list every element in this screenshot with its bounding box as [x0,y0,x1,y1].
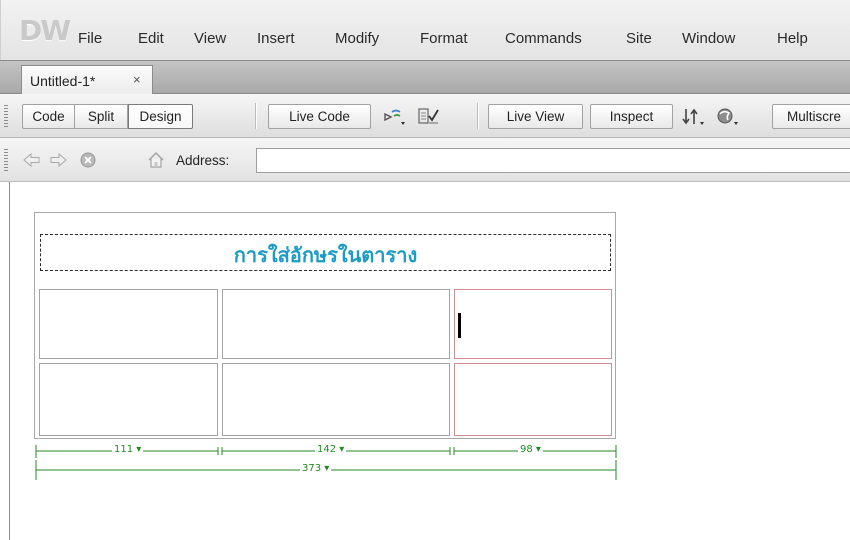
column-2-width: 142 [317,444,337,455]
table-cell-r2-c3[interactable] [454,363,612,436]
forward-arrow-icon[interactable] [48,150,68,170]
table-total-width: 373 [302,463,322,474]
live-view-button[interactable]: Live View [488,104,583,129]
table-cell-r1-c1[interactable] [39,289,218,359]
multiscreen-button[interactable]: Multiscre [772,104,850,129]
menu-edit[interactable]: Edit [138,30,164,47]
text-cursor [458,313,461,338]
split-view-button[interactable]: Split [75,104,128,129]
toolbar-grip[interactable] [4,105,8,127]
chevron-down-icon: ▾ [324,463,330,474]
back-arrow-icon[interactable] [22,150,42,170]
menu-bar: DW File Edit View Insert Modify Format C… [0,0,850,60]
check-page-icon[interactable] [416,106,442,128]
design-view-button[interactable]: Design [128,104,193,129]
preview-debug-icon[interactable] [680,106,706,128]
close-icon[interactable]: × [133,72,141,87]
document-toolbar: Code Split Design Live Code Live View In… [0,94,850,138]
column-width-label[interactable]: 111 ▾ [112,444,144,455]
menu-modify[interactable]: Modify [335,30,379,47]
table-cell-r1-c2[interactable] [222,289,450,359]
table-cell-r2-c2[interactable] [222,363,450,436]
document-tab[interactable]: Untitled-1* × [21,65,153,95]
dreamweaver-logo: DW [19,14,71,47]
address-label: Address: [176,153,230,168]
chevron-down-icon: ▾ [136,444,142,455]
menu-file[interactable]: File [78,30,102,47]
toolbar-separator [477,103,478,129]
menu-view[interactable]: View [194,30,226,47]
menu-commands[interactable]: Commands [505,30,582,47]
column-3-width: 98 [520,444,533,455]
column-1-width: 111 [114,444,134,455]
canvas-left-border [9,182,10,540]
table-cell-r2-c1[interactable] [39,363,218,436]
table-cell-r1-c3[interactable] [454,289,612,359]
column-width-label[interactable]: 98 ▾ [518,444,543,455]
chevron-down-icon: ▾ [339,444,345,455]
chevron-down-icon: ▾ [535,444,541,455]
stop-icon[interactable] [78,150,98,170]
table-width-label[interactable]: 373 ▾ [300,463,332,474]
menu-format[interactable]: Format [420,30,468,47]
code-view-button[interactable]: Code [22,104,75,129]
browser-navigation-toolbar: Address: [0,138,850,182]
toolbar-separator [255,103,256,129]
table-title-cell[interactable]: การใส่อักษรในตาราง [40,234,611,271]
live-code-button[interactable]: Live Code [268,104,371,129]
menu-insert[interactable]: Insert [257,30,295,47]
toolbar-grip[interactable] [4,149,8,171]
menu-help[interactable]: Help [777,30,808,47]
document-tab-bar: Untitled-1* × [0,60,850,95]
column-width-label[interactable]: 142 ▾ [315,444,347,455]
document-tab-title: Untitled-1* [30,73,96,89]
menu-site[interactable]: Site [626,30,652,47]
menu-window[interactable]: Window [682,30,735,47]
file-management-icon[interactable] [382,106,408,128]
inspect-button[interactable]: Inspect [590,104,673,129]
visual-aids-icon[interactable] [714,106,740,128]
home-icon[interactable] [146,150,166,170]
table-caption-text: การใส่อักษรในตาราง [233,243,418,267]
table-width-guides: 111 ▾ 142 ▾ 98 ▾ 373 ▾ [30,438,624,486]
address-input[interactable] [256,148,850,173]
